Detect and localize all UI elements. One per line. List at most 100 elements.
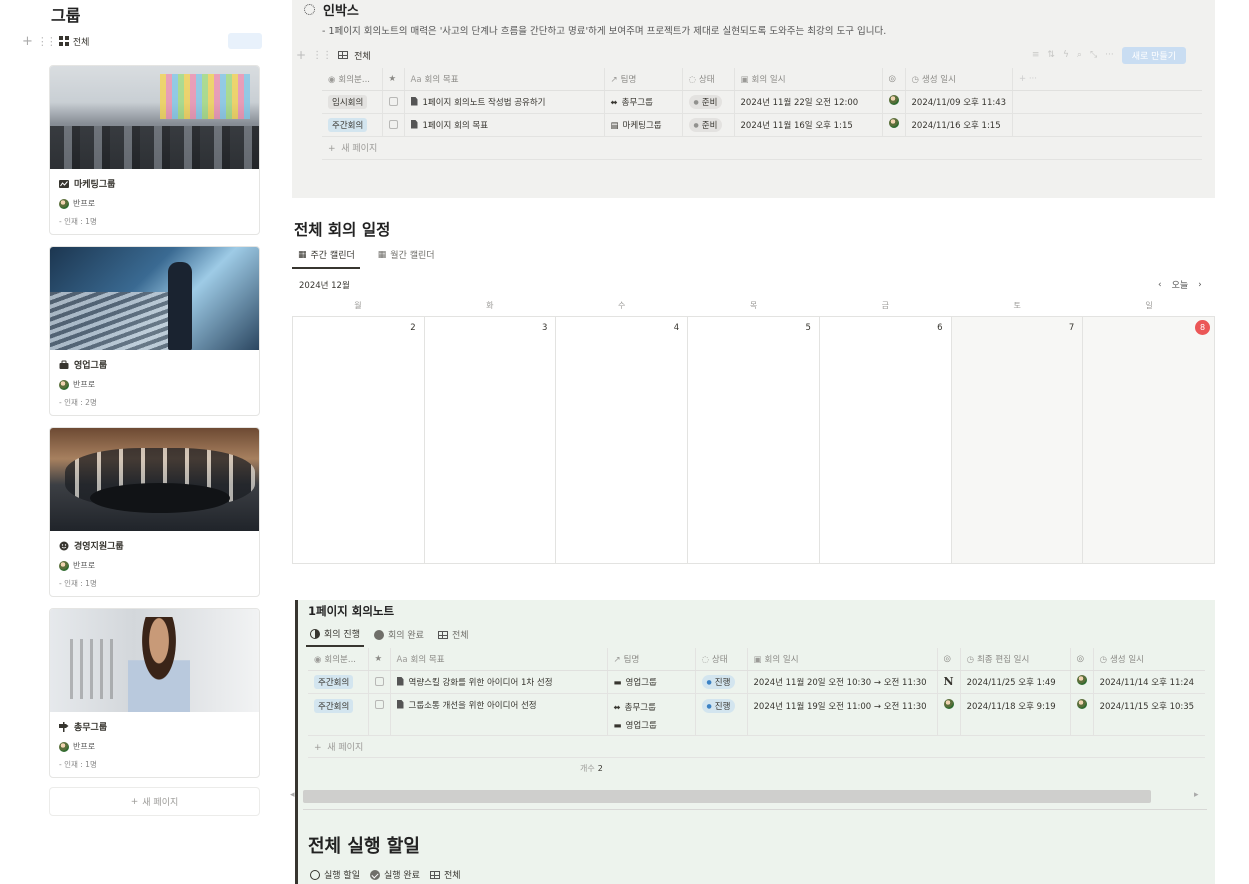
tab-todo-all[interactable]: 전체 xyxy=(429,868,461,881)
add-block-icon[interactable]: + xyxy=(296,48,306,62)
status-badge[interactable]: 진행 xyxy=(701,674,736,689)
team-link[interactable]: 영업그룹 xyxy=(626,678,657,688)
view-tab-all[interactable]: 전체 xyxy=(354,49,371,62)
column-header[interactable]: ◷ 최종 편집 일시 xyxy=(960,648,1071,671)
calendar-day[interactable]: 6 xyxy=(820,317,952,563)
new-button[interactable] xyxy=(228,33,262,49)
meeting-goal[interactable]: 그룹소통 개선을 위한 아이디어 선정 xyxy=(409,701,537,711)
avatar xyxy=(1076,698,1087,709)
tab-all[interactable]: 전체 xyxy=(434,627,473,647)
column-header[interactable]: ▣ 회의 일시 xyxy=(747,648,938,671)
tab-monthly-calendar[interactable]: ▦ 월간 캘린더 xyxy=(372,248,440,267)
horizontal-scrollbar[interactable] xyxy=(303,790,1151,803)
person-column-header[interactable]: ◎ xyxy=(882,68,906,91)
scroll-left-icon[interactable]: ◂ xyxy=(290,790,295,800)
star-checkbox[interactable] xyxy=(388,96,398,106)
calendar-day[interactable]: 4 xyxy=(556,317,689,563)
meeting-type-tag[interactable]: 주간회의 xyxy=(314,674,354,689)
status-badge[interactable]: 진행 xyxy=(701,698,736,713)
star-column-header[interactable]: ★ xyxy=(382,68,405,91)
new-page-label[interactable]: 새 페이지 xyxy=(327,743,363,753)
column-header[interactable]: ↗ 팀명 xyxy=(604,68,683,91)
add-column-header[interactable]: + ··· xyxy=(1012,68,1202,91)
group-card-management[interactable]: 경영지원그룹 반프로 - 인재 : 1명 xyxy=(49,427,260,597)
created-time: 2024/11/09 오후 11:43 xyxy=(905,90,1014,114)
status-badge[interactable]: 준비 xyxy=(688,117,723,132)
meeting-date[interactable]: 2024년 11월 20일 오전 10:30 → 오전 11:30 xyxy=(747,670,938,694)
group-card-marketing[interactable]: 마케팅그룹 반프로 - 인재 : 1명 xyxy=(49,65,260,235)
table-row[interactable]: 주간회의 그룹소통 개선을 위한 아이디어 선정 ⬌총무그룹 ▬영업그룹 진행 … xyxy=(308,693,1205,736)
plus-icon: + xyxy=(314,742,328,753)
meeting-date[interactable]: 2024년 11월 16일 오후 1:15 xyxy=(734,113,883,137)
star-checkbox[interactable] xyxy=(374,676,384,686)
meeting-type-tag[interactable]: 임시회의 xyxy=(328,94,368,109)
inbox-title: 인박스 xyxy=(323,4,359,19)
group-card-general-affairs[interactable]: 총무그룹 반프로 - 인재 : 1명 xyxy=(49,608,260,778)
drag-handle-icon[interactable]: ⋮⋮ xyxy=(37,35,57,48)
star-checkbox[interactable] xyxy=(374,699,384,709)
meeting-type-tag[interactable]: 주간회의 xyxy=(328,117,368,132)
table-row[interactable]: 주간회의 역량스킬 강화를 위한 아이디어 1차 선정 ▬ 영업그룹 진행 202… xyxy=(308,670,1205,694)
lightning-icon[interactable]: ϟ xyxy=(1063,50,1069,60)
column-header[interactable]: ◉ 회의분... xyxy=(322,68,383,91)
tab-todo[interactable]: 실행 할일 xyxy=(310,868,360,881)
scroll-right-icon[interactable]: ▸ xyxy=(1194,790,1199,800)
new-row[interactable]: + 새 페이지 xyxy=(308,735,1205,758)
avatar xyxy=(1076,675,1087,685)
column-header[interactable]: Aa 회의 목표 xyxy=(390,648,608,671)
star-column-header[interactable]: ★ xyxy=(368,648,391,671)
group-card-sales[interactable]: 영업그룹 반프로 - 인재 : 2명 xyxy=(49,246,260,416)
column-header[interactable]: ◷ 생성 일시 xyxy=(905,68,1014,91)
new-page-label[interactable]: 새 페이지 xyxy=(341,144,377,154)
tab-weekly-calendar[interactable]: ▦ 주간 캘린더 xyxy=(292,248,360,269)
meeting-type-tag[interactable]: 주간회의 xyxy=(314,698,354,713)
tab-in-progress[interactable]: 회의 진행 xyxy=(306,627,364,647)
more-icon[interactable]: ··· xyxy=(1105,50,1114,60)
meeting-goal[interactable]: 1페이지 회의 목표 xyxy=(423,121,489,131)
team-link[interactable]: 마케팅그룹 xyxy=(623,121,662,131)
calendar-day[interactable]: 2 xyxy=(293,317,425,563)
today-button[interactable]: 오늘 xyxy=(1172,278,1189,291)
column-header[interactable]: ▣ 회의 일시 xyxy=(734,68,883,91)
new-button[interactable]: 새로 만들기 xyxy=(1121,46,1186,64)
column-header[interactable]: ◌ 상태 xyxy=(695,648,748,671)
meeting-date[interactable]: 2024년 11월 22일 오전 12:00 xyxy=(734,90,883,114)
team-link[interactable]: 영업그룹 xyxy=(626,721,657,731)
chevron-left-icon[interactable]: ‹ xyxy=(1158,280,1162,290)
drag-handle-icon[interactable]: ⋮⋮ xyxy=(312,50,332,61)
new-page-button[interactable]: + 새 페이지 xyxy=(49,787,260,816)
meeting-goal[interactable]: 1페이지 회의노트 작성법 공유하기 xyxy=(423,98,546,108)
column-header[interactable]: ◉ 회의분... xyxy=(308,648,369,671)
new-row[interactable]: + 새 페이지 xyxy=(322,136,1202,160)
expand-icon[interactable]: ⤡ xyxy=(1090,50,1097,60)
calendar-day-today[interactable]: 8 xyxy=(1083,317,1216,563)
table-row[interactable]: 주간회의 1페이지 회의 목표 ▤ 마케팅그룹 준비 2024년 11월 16일 … xyxy=(322,113,1202,137)
person-column-header[interactable]: ◎ xyxy=(1070,648,1094,671)
new-page-label: 새 페이지 xyxy=(142,798,179,808)
meeting-goal[interactable]: 역량스킬 강화를 위한 아이디어 1차 선정 xyxy=(409,678,553,688)
sort-icon[interactable]: ⇅ xyxy=(1047,50,1055,60)
tab-todo-done[interactable]: 실행 완료 xyxy=(369,868,420,881)
search-icon[interactable]: ⌕ xyxy=(1077,50,1082,60)
team-link[interactable]: 총무그룹 xyxy=(625,703,656,713)
filter-icon[interactable]: ≡ xyxy=(1032,50,1040,60)
status-badge[interactable]: 준비 xyxy=(688,94,723,109)
add-block-icon[interactable]: + xyxy=(22,34,33,49)
star-checkbox[interactable] xyxy=(388,119,398,129)
column-header[interactable]: ↗ 팀명 xyxy=(607,648,696,671)
column-header[interactable]: Aa 회의 목표 xyxy=(404,68,605,91)
calendar-day[interactable]: 7 xyxy=(951,317,1084,563)
team-link[interactable]: 총무그룹 xyxy=(622,98,653,108)
table-row[interactable]: 임시회의 1페이지 회의노트 작성법 공유하기 ⬌ 총무그룹 준비 2024년 1… xyxy=(322,90,1202,114)
avatar xyxy=(59,741,69,752)
calendar-icon: ▦ xyxy=(298,249,307,260)
column-header[interactable]: ◌ 상태 xyxy=(682,68,735,91)
tab-completed[interactable]: 회의 완료 xyxy=(370,627,428,647)
calendar-day[interactable]: 3 xyxy=(425,317,557,563)
person-column-header[interactable]: ◎ xyxy=(937,648,961,671)
meeting-date[interactable]: 2024년 11월 19일 오전 11:00 → 오전 11:30 xyxy=(747,693,938,736)
calendar-day[interactable]: 5 xyxy=(688,317,820,563)
view-tab-all[interactable]: 전체 xyxy=(73,35,90,48)
chevron-right-icon[interactable]: › xyxy=(1198,280,1202,290)
column-header[interactable]: ◷ 생성 일시 xyxy=(1093,648,1205,671)
